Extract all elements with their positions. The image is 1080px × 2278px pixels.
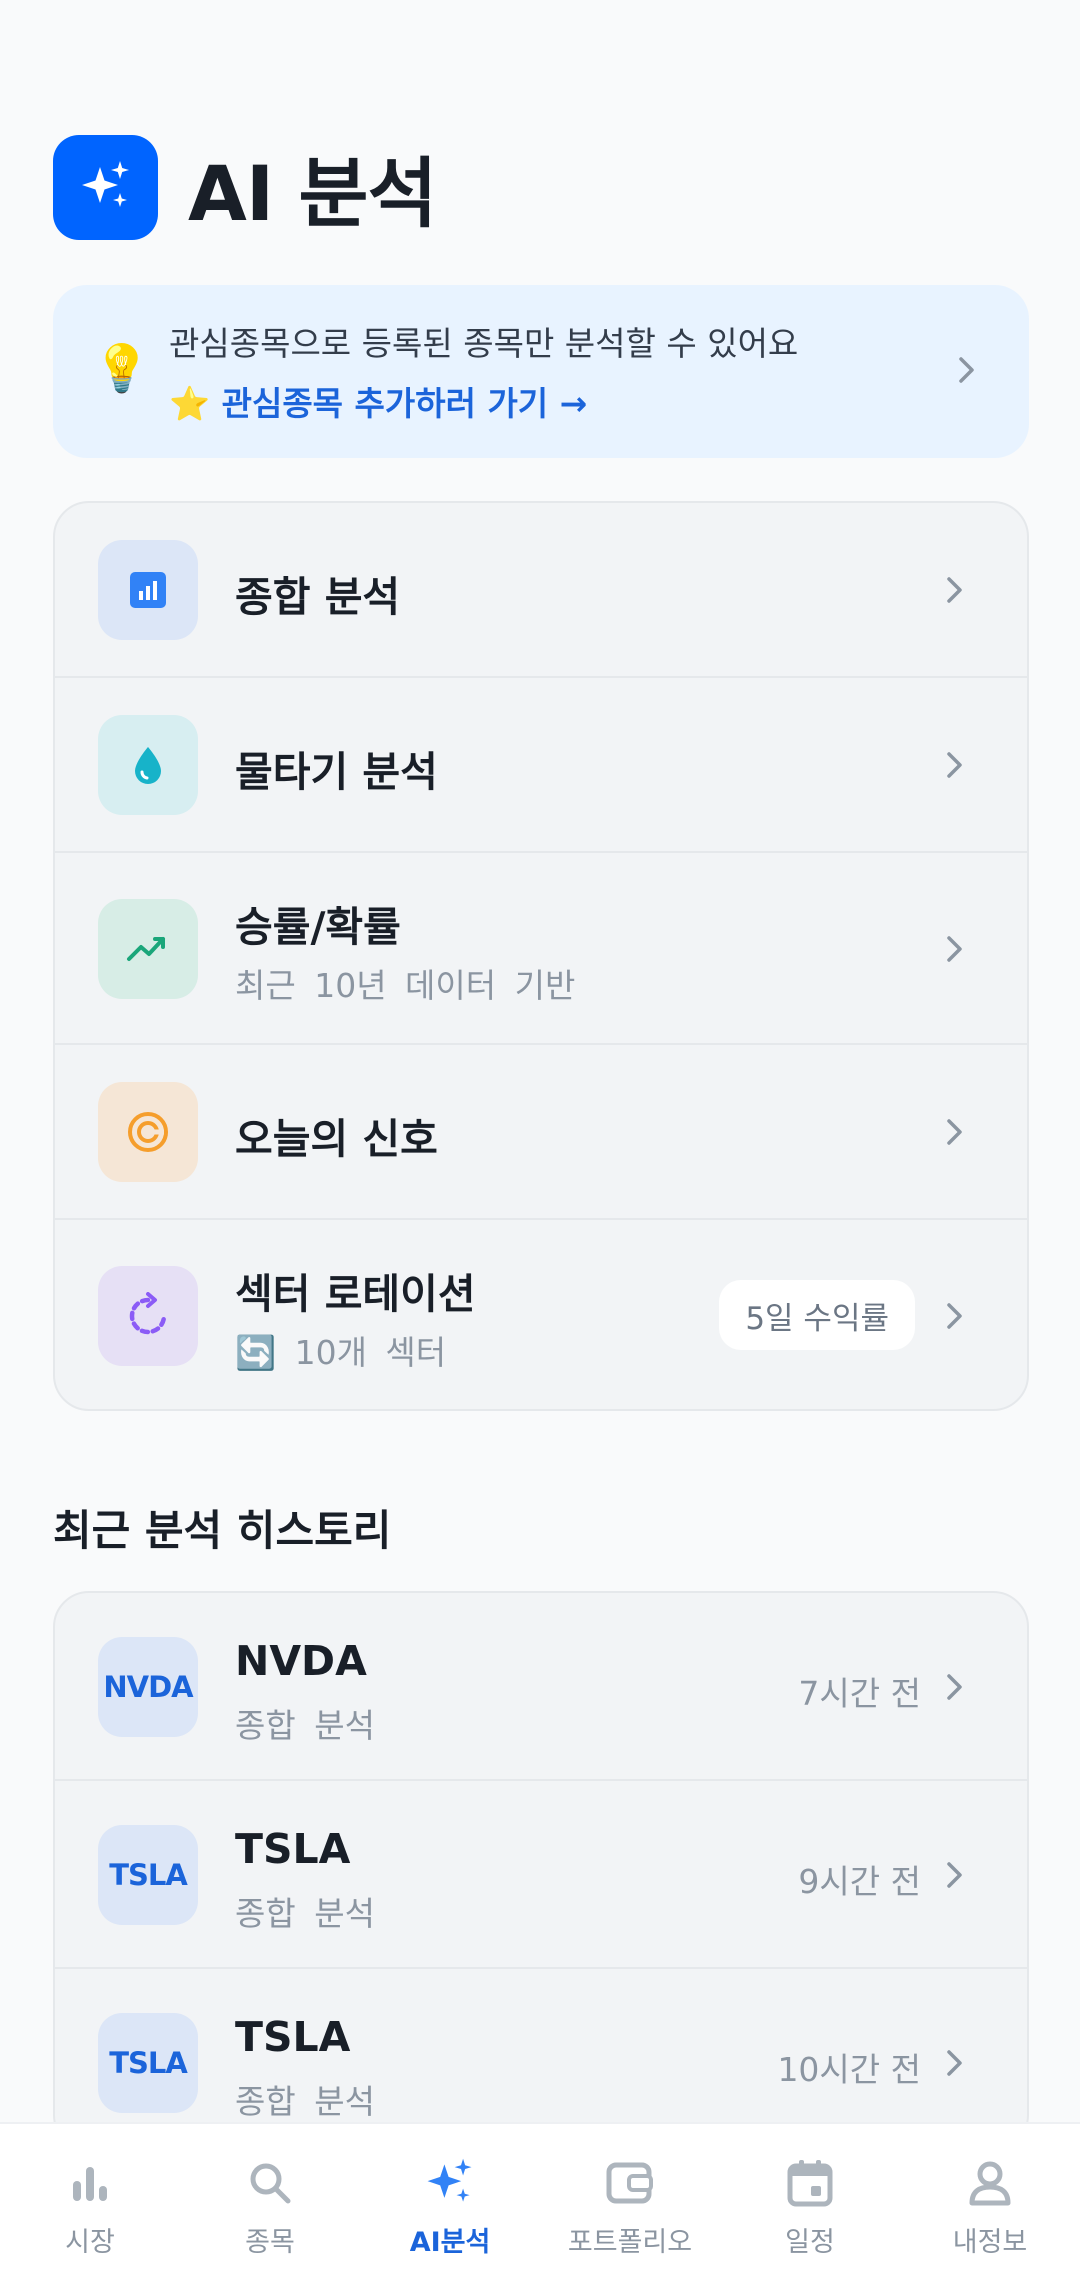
page-header: AI 분석 [53, 132, 437, 242]
chevron-right-icon [947, 1862, 962, 1888]
search-icon [246, 2154, 294, 2212]
bar-chart-icon [98, 540, 198, 640]
tab-schedule[interactable]: 일정 [720, 2124, 900, 2278]
tab-ai-analysis[interactable]: AI분석 [360, 2124, 540, 2278]
history-analysis-type: 종합 분석 [235, 1706, 375, 1745]
star-icon: ⭐ [169, 384, 211, 423]
chevron-right-icon [947, 1119, 962, 1145]
ticker-logo: NVDA [98, 1637, 198, 1737]
history-section-title: 최근 분석 히스토리 [53, 1506, 392, 1555]
history-analysis-type: 종합 분석 [235, 1894, 375, 1933]
history-analysis-type: 종합 분석 [235, 2082, 375, 2121]
history-ticker: TSLA [235, 2013, 351, 2061]
rotate-icon [98, 1266, 198, 1366]
history-card: NVDA NVDA 종합 분석 7시간 전 TSLA TSLA 종합 분석 9시… [53, 1591, 1029, 2151]
history-item[interactable]: NVDA NVDA 종합 분석 7시간 전 [55, 1593, 1027, 1781]
water-drop-icon [98, 715, 198, 815]
sparkles-icon [422, 2154, 478, 2212]
menu-item-title: 섹터 로테이션 [235, 1270, 476, 1318]
analysis-menu-card: 종합 분석 물타기 분석 승률/확률 최근 10년 데이터 기반 오늘의 신호 … [53, 501, 1029, 1411]
menu-item-title: 종합 분석 [235, 573, 401, 621]
wallet-icon [605, 2154, 655, 2212]
tab-my-info[interactable]: 내정보 [900, 2124, 1080, 2278]
trend-up-icon [98, 899, 198, 999]
menu-item-win-rate[interactable]: 승률/확률 최근 10년 데이터 기반 [55, 853, 1027, 1045]
tab-market[interactable]: 시장 [0, 2124, 180, 2278]
menu-item-averaging-analysis[interactable]: 물타기 분석 [55, 678, 1027, 853]
menu-item-title: 오늘의 신호 [235, 1115, 438, 1163]
chevron-right-icon [947, 577, 962, 603]
lightbulb-icon: 💡 [93, 341, 151, 395]
menu-item-sector-rotation[interactable]: 섹터 로테이션 🔄 10개 섹터 5일 수익률 [55, 1220, 1027, 1409]
person-icon [966, 2154, 1014, 2212]
tab-portfolio[interactable]: 포트폴리오 [540, 2124, 720, 2278]
watchlist-notice-banner[interactable]: 💡 관심종목으로 등록된 종목만 분석할 수 있어요 ⭐ 관심종목 추가하러 가… [53, 285, 1029, 458]
add-watchlist-link[interactable]: ⭐ 관심종목 추가하러 가기 → [169, 377, 587, 425]
bottom-tab-bar: 시장 종목 AI분석 포트폴리오 일정 내정보 [0, 2122, 1080, 2278]
return-period-badge: 5일 수익률 [719, 1280, 915, 1350]
chevron-right-icon [947, 752, 962, 778]
menu-item-title: 물타기 분석 [235, 748, 438, 796]
history-time: 7시간 전 [798, 1674, 921, 1713]
tab-stocks[interactable]: 종목 [180, 2124, 360, 2278]
history-time: 10시간 전 [777, 2050, 921, 2089]
menu-item-subtitle: 최근 10년 데이터 기반 [235, 966, 576, 1005]
menu-item-overall-analysis[interactable]: 종합 분석 [55, 503, 1027, 678]
sparkles-icon [53, 134, 158, 240]
menu-item-title: 승률/확률 [235, 903, 401, 951]
history-time: 9시간 전 [798, 1862, 921, 1901]
chevron-right-icon [947, 1674, 962, 1700]
history-ticker: NVDA [235, 1637, 367, 1685]
ticker-logo: TSLA [98, 2013, 198, 2113]
ticker-logo: TSLA [98, 1825, 198, 1925]
history-item[interactable]: TSLA TSLA 종합 분석 9시간 전 [55, 1781, 1027, 1969]
chevron-right-icon [947, 2050, 962, 2076]
page-title: AI 분석 [188, 149, 437, 238]
chevron-right-icon [947, 1303, 962, 1329]
chevron-right-icon [959, 357, 974, 383]
notice-message: 관심종목으로 등록된 종목만 분석할 수 있어요 [169, 324, 799, 363]
chevron-right-icon [947, 936, 962, 962]
history-ticker: TSLA [235, 1825, 351, 1873]
menu-item-subtitle: 🔄 10개 섹터 [235, 1333, 447, 1372]
add-watchlist-link-label: 관심종목 추가하러 가기 → [221, 384, 588, 423]
calendar-icon [786, 2154, 834, 2212]
rotate-emoji-icon: 🔄 [235, 1333, 277, 1372]
menu-item-today-signal[interactable]: 오늘의 신호 [55, 1045, 1027, 1220]
bar-chart-icon [66, 2154, 114, 2212]
target-icon [98, 1082, 198, 1182]
